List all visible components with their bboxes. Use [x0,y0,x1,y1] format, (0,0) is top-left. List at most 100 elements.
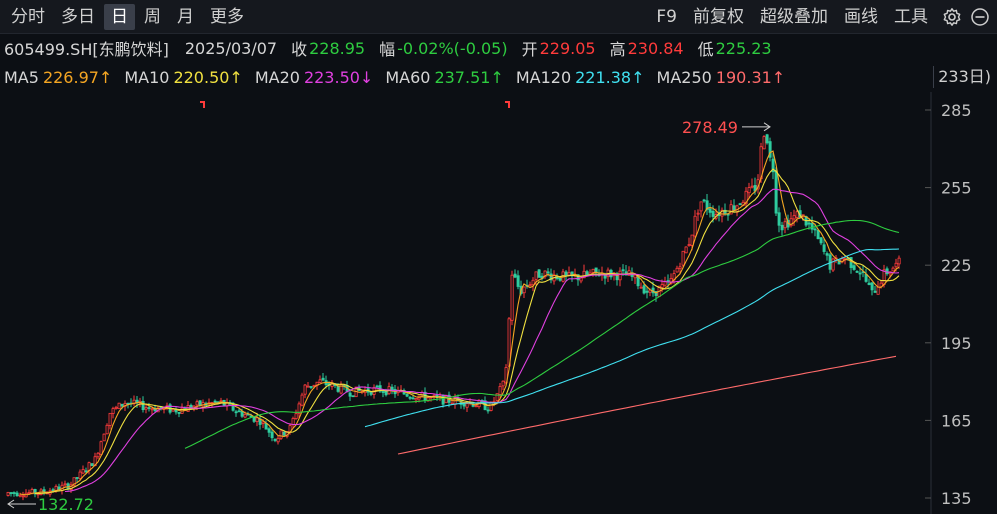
candle-body [510,274,514,321]
candle-body [792,215,796,220]
candle-body [237,410,241,413]
tools-button[interactable]: 工具 [887,4,935,30]
candle-body [414,398,418,401]
candle-body [750,185,754,188]
candle-body [117,402,121,410]
candle-body [867,282,871,285]
candle-body [501,380,505,387]
candle-body [21,495,25,498]
y-tick-label: 135 [941,489,972,508]
ma-label: MA250 [656,67,712,87]
y-tick-label: 285 [941,101,972,120]
candle-body [645,290,649,293]
candle-body [498,386,502,395]
candle-body [765,134,769,144]
f9-button[interactable]: F9 [649,4,684,30]
candle-body [96,452,100,458]
event-marker[interactable] [505,101,510,108]
y-tick-label: 195 [941,334,972,353]
candle-body [822,244,826,252]
candle-body [585,271,589,276]
candle-body [270,431,274,439]
candle-body [474,405,478,408]
candle-body [18,494,22,497]
ma-more-toggle[interactable]: 233日) [933,66,997,88]
ma-label: MA60 [385,67,431,87]
candle-body [855,270,859,273]
candle-body [15,492,19,497]
candle-body [621,269,625,272]
ma10-line [34,168,900,495]
candle-body [78,471,82,479]
minimize-icon[interactable] [967,4,993,30]
tab-intraday[interactable]: 分时 [4,4,52,30]
candle-body [708,208,712,213]
tab-monthly[interactable]: 月 [170,4,201,30]
open-label: 开 [521,40,538,59]
ma-item-ma10: MA10 220.50↑ [124,68,243,87]
settings-icon[interactable] [939,4,965,30]
candle-body [537,269,541,278]
candle-body [783,221,787,229]
candle-body [894,262,898,268]
candle-body [885,268,889,275]
candle-body [261,421,265,424]
candle-body [171,408,175,412]
candle-body [465,403,469,408]
candlestick-chart[interactable]: 285 255 225 195 165 135 278.49 132.72 [0,92,997,514]
candle-body [411,397,415,400]
high-annotation: 278.49 [682,118,738,137]
candle-body [870,282,874,291]
chart-toolbar: 分时 多日日周月更多 F9 前复权 超级叠加 画线 工具 [0,0,997,34]
tool-buttons: F9 前复权 超级叠加 画线 工具 [649,0,997,33]
candle-body [774,170,778,214]
candle-body [675,267,679,273]
candle-body [177,412,181,414]
ma-label: MA120 [515,67,572,87]
ma-value: 220.50↑ [173,67,243,87]
candle-body [795,211,799,218]
candle-body [633,274,637,279]
high-value: 230.84 [627,38,684,58]
candle-body [732,205,736,211]
candle-body [660,284,664,288]
candle-body [255,417,259,422]
tab-multi-day[interactable]: 多日 [54,4,102,30]
candle-body [897,257,901,265]
candle-body [276,437,280,443]
event-marker[interactable] [200,101,205,108]
candle-body [75,477,79,479]
candle-body [684,246,688,254]
candle-body [63,483,67,486]
candle-body [318,379,322,383]
candle-body [81,469,85,474]
ma5-line [19,150,900,496]
overlay-button[interactable]: 超级叠加 [753,4,835,30]
candle-body [408,396,412,399]
ma-label: MA10 [124,67,170,87]
ma-item-ma120: MA120 221.38↑ [516,68,645,87]
candle-body [351,395,355,398]
candle-body [564,271,568,276]
tab-weekly[interactable]: 周 [137,4,168,30]
candle-body [144,407,148,410]
candle-body [108,412,112,426]
candle-body [486,409,490,412]
candle-body [711,210,715,217]
candle-body [807,222,811,225]
forward-adjust-button[interactable]: 前复权 [686,4,751,30]
low-annotation: 132.72 [38,495,94,514]
ma-item-ma5: MA5 226.97↑ [4,68,112,87]
change-label: 幅 [379,40,396,59]
ma-value: 237.51↑ [434,67,504,87]
tab-more[interactable]: 更多 [203,4,251,30]
candle-body [528,284,532,287]
candle-body [186,405,190,412]
candle-body [243,413,247,418]
candle-body [147,407,151,409]
tab-daily[interactable]: 日 [104,3,135,30]
candle-body [348,392,352,397]
draw-line-button[interactable]: 画线 [837,4,885,30]
candle-body [462,403,466,407]
low-label: 低 [697,40,714,59]
